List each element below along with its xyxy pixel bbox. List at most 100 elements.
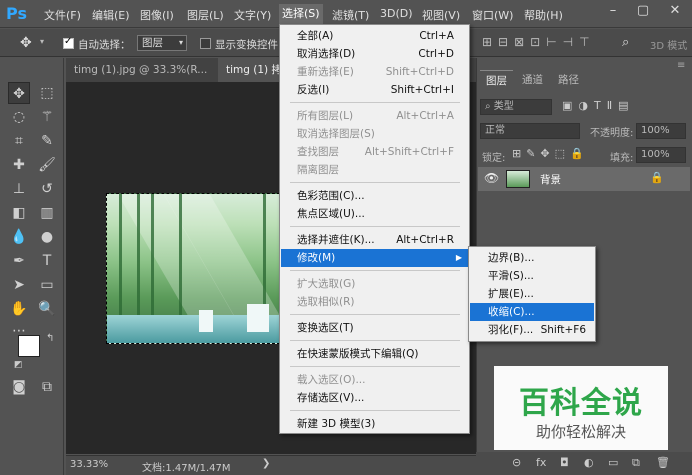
menu-item-isolate-layers[interactable]: 隔离图层 — [281, 161, 468, 179]
menu-help[interactable]: 帮助(H) — [524, 7, 563, 23]
brush-tool-icon[interactable]: 🖌 — [36, 154, 58, 176]
zoom-tool-icon[interactable]: 🔍 — [36, 298, 58, 320]
add-mask-icon[interactable]: ◘ — [560, 456, 569, 469]
new-group-icon[interactable]: ▭ — [608, 456, 618, 469]
quick-mask-icon[interactable]: ◙ — [8, 376, 30, 398]
menu-item-select-and-mask[interactable]: 选择并遮住(K)... Alt+Ctrl+R — [281, 231, 468, 249]
new-layer-icon[interactable]: ⧉ — [632, 456, 640, 470]
zoom-level[interactable]: 33.33% — [70, 459, 108, 470]
chevron-down-icon: ▾ — [178, 38, 183, 47]
link-layers-icon[interactable]: ⊝ — [512, 456, 521, 469]
menu-edit[interactable]: 编辑(E) — [92, 7, 130, 23]
menu-3d[interactable]: 3D(D) — [380, 7, 413, 20]
waterfall — [199, 310, 213, 332]
adjustment-layer-icon[interactable]: ◐ — [584, 456, 594, 469]
fill-label: 填充: — [610, 153, 634, 164]
menu-select[interactable]: 选择(S) — [279, 4, 323, 24]
chevron-down-icon[interactable]: ▾ — [40, 37, 44, 46]
tab-layers[interactable]: 图层 — [480, 70, 513, 90]
menu-item-color-range[interactable]: 色彩范围(C)... — [281, 187, 468, 205]
dodge-tool-icon[interactable]: ● — [36, 226, 58, 248]
align-icons[interactable]: ⊞⊟⊠⊡⊢⊣⊤ — [482, 35, 596, 49]
menu-item-deselect-layers[interactable]: 取消选择图层(S) — [281, 125, 468, 143]
menu-separator — [290, 366, 460, 367]
menu-item-shortcut: Alt+Shift+Ctrl+F — [364, 146, 454, 158]
menu-item-all-layers[interactable]: 所有图层(L) Alt+Ctrl+A — [281, 107, 468, 125]
submenu-item-expand[interactable]: 扩展(E)... — [470, 285, 594, 303]
menu-item-reselect[interactable]: 重新选择(E) Shift+Ctrl+D — [281, 63, 468, 81]
swap-colors-icon[interactable]: ↰ — [46, 333, 54, 344]
layer-style-icon[interactable]: fx — [536, 456, 546, 469]
move-tool-icon[interactable]: ✥ — [20, 35, 32, 51]
history-brush-icon[interactable]: ↺ — [36, 178, 58, 200]
menu-item-quick-mask[interactable]: 在快速蒙版模式下编辑(Q) — [281, 345, 468, 363]
menu-item-deselect[interactable]: 取消选择(D) Ctrl+D — [281, 45, 468, 63]
menu-item-transform-selection[interactable]: 变换选区(T) — [281, 319, 468, 337]
screen-mode-icon[interactable]: ⧉ — [36, 376, 58, 398]
submenu-item-contract[interactable]: 收缩(C)... — [470, 303, 594, 321]
marquee-tool-icon[interactable]: ⬚ — [36, 82, 58, 104]
opacity-input[interactable]: 100% — [636, 123, 686, 139]
menu-item-inverse[interactable]: 反选(I) Shift+Ctrl+I — [281, 81, 468, 99]
magic-wand-icon[interactable]: ⚚ — [36, 106, 58, 128]
menu-item-save-selection[interactable]: 存储选区(V)... — [281, 389, 468, 407]
menu-item-focus-area[interactable]: 焦点区域(U)... — [281, 205, 468, 223]
menu-layer[interactable]: 图层(L) — [187, 7, 224, 23]
layer-filter-dropdown[interactable]: ⌕ 类型 — [480, 99, 552, 115]
visibility-eye-icon[interactable]: 👁 — [484, 171, 499, 185]
doc-tab-1[interactable]: timg (1).jpg @ 33.3%(R... — [66, 58, 215, 82]
submenu-item-smooth[interactable]: 平滑(S)... — [470, 267, 594, 285]
tab-channels[interactable]: 通道 — [516, 70, 549, 90]
filter-icons[interactable]: ▣◑TⅡ▤ — [562, 99, 635, 112]
menu-type[interactable]: 文字(Y) — [234, 7, 271, 23]
close-icon[interactable]: ✕ — [660, 0, 690, 22]
menu-view[interactable]: 视图(V) — [422, 7, 460, 23]
move-tool-icon[interactable]: ✥ — [8, 82, 30, 104]
gradient-icon[interactable]: ▥ — [36, 202, 58, 224]
show-transform-checkbox[interactable] — [200, 38, 211, 49]
menu-item-modify[interactable]: 修改(M) ▶ — [281, 249, 468, 267]
clone-stamp-icon[interactable]: ⊥ — [8, 178, 30, 200]
menu-item-find-layers[interactable]: 查找图层 Alt+Shift+Ctrl+F — [281, 143, 468, 161]
eyedropper-icon[interactable]: ✎ — [36, 130, 58, 152]
auto-select-dropdown[interactable]: 图层 ▾ — [137, 35, 187, 51]
blur-tool-icon[interactable]: 💧 — [8, 226, 30, 248]
lock-icon: 🔒 — [650, 171, 664, 184]
menu-item-grow[interactable]: 扩大选取(G) — [281, 275, 468, 293]
menu-file[interactable]: 文件(F) — [44, 7, 81, 23]
fill-input[interactable]: 100% — [636, 147, 686, 163]
blend-mode-dropdown[interactable]: 正常 — [480, 123, 580, 139]
maximize-icon[interactable]: ▢ — [628, 0, 658, 22]
submenu-item-feather[interactable]: 羽化(F)... Shift+F6 — [470, 321, 594, 339]
menu-item-similar[interactable]: 选取相似(R) — [281, 293, 468, 311]
doc-tab-label: timg (1) 拷 — [226, 64, 282, 76]
foreground-color-swatch[interactable] — [18, 335, 40, 357]
bamboo-forest-image[interactable] — [106, 193, 280, 344]
search-icon[interactable]: ⌕ — [622, 35, 629, 50]
menu-window[interactable]: 窗口(W) — [472, 7, 513, 23]
default-colors-icon[interactable]: ◩ — [14, 360, 23, 370]
status-arrow-icon[interactable]: ❯ — [262, 458, 270, 469]
menu-image[interactable]: 图像(I) — [140, 7, 174, 23]
minimize-icon[interactable]: – — [598, 0, 628, 22]
rectangle-tool-icon[interactable]: ▭ — [36, 274, 58, 296]
menu-item-label: 存储选区(V)... — [297, 392, 365, 404]
eraser-icon[interactable]: ◧ — [8, 202, 30, 224]
hand-tool-icon[interactable]: ✋ — [8, 298, 30, 320]
menu-item-load-selection[interactable]: 载入选区(O)... — [281, 371, 468, 389]
3d-mode-label: 3D 模式 — [650, 41, 688, 52]
lasso-tool-icon[interactable]: ◌ — [8, 106, 30, 128]
submenu-item-border[interactable]: 边界(B)... — [470, 249, 594, 267]
menu-item-new-3d-model[interactable]: 新建 3D 模型(3) — [281, 415, 468, 433]
healing-brush-icon[interactable]: ✚ — [8, 154, 30, 176]
menu-filter[interactable]: 滤镜(T) — [332, 7, 369, 23]
path-select-icon[interactable]: ➤ — [8, 274, 30, 296]
menu-item-select-all[interactable]: 全部(A) Ctrl+A — [281, 27, 468, 45]
lock-icons[interactable]: ⊞✎✥⬚🔒 — [512, 147, 589, 160]
trash-icon[interactable]: 🗑 — [656, 456, 670, 469]
auto-select-checkbox[interactable] — [63, 36, 74, 49]
pen-tool-icon[interactable]: ✒ — [8, 250, 30, 272]
type-tool-icon[interactable]: T — [36, 250, 58, 272]
tab-paths[interactable]: 路径 — [552, 70, 585, 90]
crop-tool-icon[interactable]: ⌗ — [8, 130, 30, 152]
